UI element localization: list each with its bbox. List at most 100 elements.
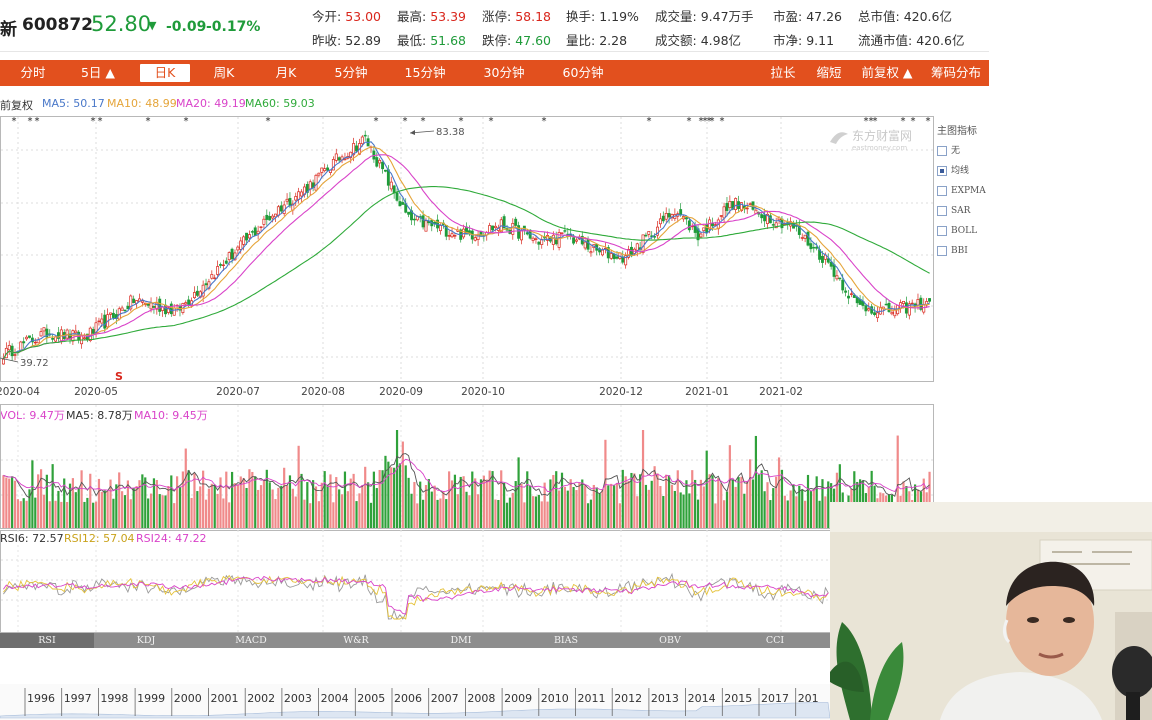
candle-body xyxy=(450,233,454,238)
volume-bar xyxy=(424,485,428,528)
signal-star-icon: * xyxy=(647,116,652,127)
x-tick-label: 2021-02 xyxy=(759,386,803,398)
tab-5day[interactable]: 5日 ▲ xyxy=(76,64,120,82)
vol-ratio-value: 2.28 xyxy=(599,33,628,48)
timeline-year-label: 2010 xyxy=(541,692,569,705)
checkbox-checked-icon[interactable] xyxy=(937,166,947,176)
tab-intraday[interactable]: 分时 xyxy=(14,64,52,82)
candle-body xyxy=(297,191,301,200)
volume-bar xyxy=(448,471,451,528)
checkbox-icon[interactable] xyxy=(937,226,947,236)
signal-star-icon: * xyxy=(489,116,494,127)
volume-bar xyxy=(230,471,234,528)
volume-bar xyxy=(54,500,57,528)
timeline-navigator[interactable]: 1996 1997 1998 1999 2000 2001 2002 2003 2004 2005… xyxy=(0,684,830,720)
tab-kdj[interactable]: KDJ xyxy=(98,633,194,648)
tab-30min[interactable]: 30分钟 xyxy=(477,64,531,82)
checkbox-icon[interactable] xyxy=(937,146,947,156)
volume-bar xyxy=(743,493,746,528)
tab-monthly-k[interactable]: 月K xyxy=(266,64,306,82)
tab-bias[interactable]: BIAS xyxy=(518,633,614,648)
tab-weekly-k[interactable]: 周K xyxy=(204,64,244,82)
timeline-year-label: 2012 xyxy=(614,692,642,705)
adjust-dropdown[interactable]: 前复权 ▲ xyxy=(857,64,917,82)
volume-bar xyxy=(584,485,587,528)
volume-bar xyxy=(361,485,364,528)
volume-bar xyxy=(132,488,135,528)
checkbox-icon[interactable] xyxy=(937,246,947,256)
chip-distribution-button[interactable]: 筹码分布 xyxy=(926,64,986,82)
candle-body xyxy=(644,234,648,237)
candle-body xyxy=(491,225,494,231)
stock-price: 52.80 xyxy=(91,12,152,36)
volume-bar xyxy=(427,479,430,528)
timeline-year-label: 2005 xyxy=(357,692,385,705)
watermark-sub: eastmoney.com xyxy=(852,144,907,152)
tab-dmi[interactable]: DMI xyxy=(413,633,509,648)
volume-bar xyxy=(775,476,778,528)
candle-body xyxy=(314,174,318,191)
mcap-value: 420.6亿 xyxy=(903,9,952,24)
volume-bar xyxy=(254,476,257,528)
tab-15min[interactable]: 15分钟 xyxy=(398,64,452,82)
tab-5min[interactable]: 5分钟 xyxy=(328,64,374,82)
volume-bar xyxy=(80,470,83,528)
tab-cci[interactable]: CCI xyxy=(727,633,823,648)
candle-body xyxy=(265,214,269,220)
candle-body xyxy=(103,314,107,329)
candle-body xyxy=(407,211,411,215)
volume-bar xyxy=(442,491,445,528)
volume-bar xyxy=(572,487,575,528)
volume-bar xyxy=(245,487,248,528)
volume-bar xyxy=(387,461,390,528)
volume-bar xyxy=(789,490,792,528)
checkbox-icon[interactable] xyxy=(937,186,947,196)
volume-bar xyxy=(74,492,77,528)
candle-body xyxy=(140,300,144,303)
volume-bar xyxy=(170,475,173,528)
volume-bar xyxy=(514,481,517,528)
volume-bar xyxy=(25,500,28,528)
volume-bar xyxy=(520,484,523,528)
candle-body xyxy=(326,167,330,171)
volume-bar xyxy=(271,489,274,528)
volume-bar xyxy=(720,483,723,528)
amount-value: 4.98亿 xyxy=(700,33,742,48)
candle-body xyxy=(719,215,723,217)
volume-bar xyxy=(314,486,318,528)
candle-body xyxy=(392,185,396,194)
volume-bar xyxy=(679,492,682,528)
volume-bar xyxy=(242,477,245,528)
tab-obv[interactable]: OBV xyxy=(622,633,718,648)
candle-body xyxy=(685,217,688,220)
volume-bar xyxy=(537,494,540,528)
volume-bar xyxy=(123,495,127,528)
signal-star-icon: * xyxy=(901,116,906,127)
tab-wr[interactable]: W&R xyxy=(308,633,404,648)
volume-bar xyxy=(94,501,98,528)
candle-body xyxy=(514,218,518,226)
volume-bar xyxy=(184,448,187,528)
checkbox-icon[interactable] xyxy=(937,206,947,216)
candle-body xyxy=(849,293,853,295)
tab-macd[interactable]: MACD xyxy=(203,633,299,648)
volume-bar xyxy=(523,502,526,528)
tab-daily-k[interactable]: 日K xyxy=(140,64,190,82)
main-indicator-title: 主图指标 xyxy=(937,126,977,137)
volume-bar xyxy=(364,466,367,528)
volume-bar xyxy=(543,482,546,528)
stretch-button[interactable]: 拉长 xyxy=(765,64,801,82)
candle-body xyxy=(453,235,457,237)
volume-bar xyxy=(696,499,700,528)
volume-bar xyxy=(358,493,361,528)
candle-body xyxy=(537,241,541,245)
volume-bar xyxy=(326,485,329,528)
volume-bar xyxy=(274,499,277,528)
shrink-button[interactable]: 缩短 xyxy=(811,64,847,82)
tab-rsi[interactable]: RSI xyxy=(0,633,94,648)
candle-body xyxy=(745,207,749,210)
volume-bar xyxy=(708,474,711,528)
candle-body xyxy=(821,256,824,263)
candle-body xyxy=(204,283,208,286)
tab-60min[interactable]: 60分钟 xyxy=(556,64,610,82)
